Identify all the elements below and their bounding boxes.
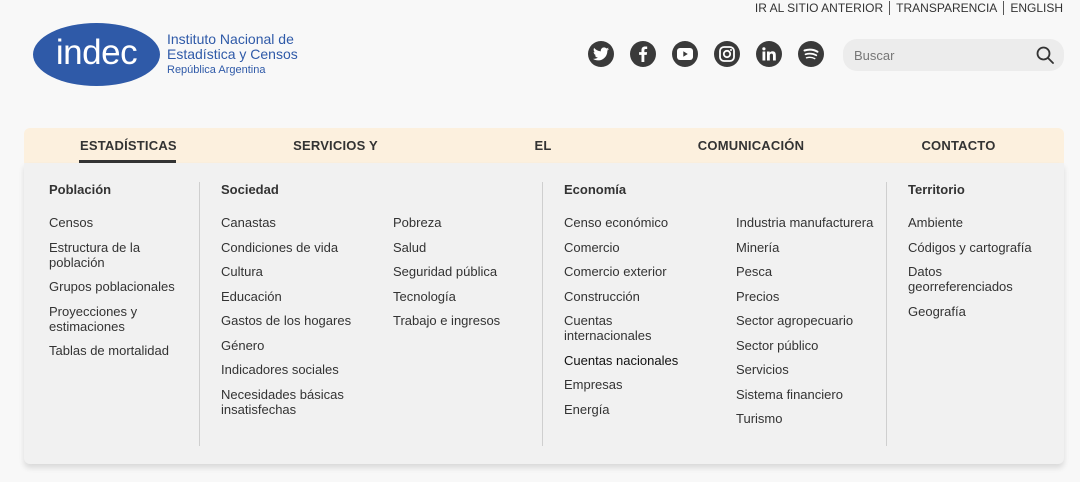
menu-item[interactable]: Datos georreferenciados xyxy=(908,264,1048,294)
menu-item[interactable]: Sistema financiero xyxy=(736,387,876,402)
menu-item[interactable]: Industria manufacturera xyxy=(736,215,876,230)
spotify-icon[interactable] xyxy=(798,41,824,67)
menu-item[interactable]: Ambiente xyxy=(908,215,1048,230)
logo-line-3: República Argentina xyxy=(167,64,266,76)
social-links xyxy=(588,41,824,67)
menu-item[interactable]: Salud xyxy=(393,240,533,255)
logo-text[interactable]: Instituto Nacional de Estadística y Cens… xyxy=(167,32,298,78)
instagram-icon[interactable] xyxy=(714,41,740,67)
twitter-icon[interactable] xyxy=(588,41,614,67)
logo-mark: indec xyxy=(55,32,138,72)
menu-item[interactable]: Cuentas internacionales xyxy=(564,313,694,343)
nav-servicios-herramientas[interactable]: SERVICIOS Y HERRAMIENTAS xyxy=(239,128,432,188)
menu-item[interactable]: Sector público xyxy=(736,338,876,353)
menu-item[interactable]: Construcción xyxy=(564,289,694,304)
menu-list-territorio: Ambiente Códigos y cartografía Datos geo… xyxy=(908,215,1048,328)
menu-item[interactable]: Tablas de mortalidad xyxy=(49,343,189,358)
menu-item[interactable]: Censo económico xyxy=(564,215,694,230)
nav-estadisticas[interactable]: ESTADÍSTICAS xyxy=(79,128,177,163)
youtube-icon[interactable] xyxy=(672,41,698,67)
menu-heading-territorio: Territorio xyxy=(908,182,965,197)
main-nav: ESTADÍSTICAS SERVICIOS Y HERRAMIENTAS EL… xyxy=(24,128,1064,188)
indec-logo[interactable]: indec xyxy=(33,23,160,86)
menu-item[interactable]: Comercio exterior xyxy=(564,264,694,279)
menu-item[interactable]: Energía xyxy=(564,402,694,417)
menu-divider xyxy=(886,182,887,446)
menu-item[interactable]: Estructura de la población xyxy=(49,240,189,270)
menu-item[interactable]: Cultura xyxy=(221,264,361,279)
menu-list-sociedad-b: Pobreza Salud Seguridad pública Tecnolog… xyxy=(393,215,533,338)
menu-item[interactable]: Canastas xyxy=(221,215,361,230)
menu-item[interactable]: Servicios xyxy=(736,362,876,377)
menu-item[interactable]: Trabajo e ingresos xyxy=(393,313,533,328)
menu-item[interactable]: Sector agropecuario xyxy=(736,313,876,328)
menu-list-economia-b: Industria manufacturera Minería Pesca Pr… xyxy=(736,215,876,436)
menu-list-poblacion: Censos Estructura de la población Grupos… xyxy=(49,215,189,368)
menu-divider xyxy=(542,182,543,446)
menu-item[interactable]: Género xyxy=(221,338,361,353)
menu-item[interactable]: Censos xyxy=(49,215,189,230)
menu-item[interactable]: Educación xyxy=(221,289,361,304)
menu-list-sociedad-a: Canastas Condiciones de vida Cultura Edu… xyxy=(221,215,361,426)
nav-contacto[interactable]: CONTACTO xyxy=(921,128,996,163)
menu-item[interactable]: Precios xyxy=(736,289,876,304)
menu-item[interactable]: Cuentas nacionales xyxy=(564,353,694,368)
menu-item[interactable]: Condiciones de vida xyxy=(221,240,361,255)
link-transparencia[interactable]: TRANSPARENCIA xyxy=(889,1,1003,15)
menu-item[interactable]: Gastos de los hogares xyxy=(221,313,361,328)
nav-comunicacion[interactable]: COMUNICACIÓN xyxy=(697,128,805,163)
menu-item[interactable]: Comercio xyxy=(564,240,694,255)
search-box xyxy=(843,39,1064,71)
estadisticas-menu: Población Censos Estructura de la poblac… xyxy=(24,163,1064,464)
search-input[interactable] xyxy=(843,39,1023,71)
link-sitio-anterior[interactable]: IR AL SITIO ANTERIOR xyxy=(749,1,889,15)
menu-heading-economia: Economía xyxy=(564,182,627,197)
menu-item[interactable]: Turismo xyxy=(736,411,876,426)
menu-list-economia-a: Censo económico Comercio Comercio exteri… xyxy=(564,215,694,426)
linkedin-icon[interactable] xyxy=(756,41,782,67)
menu-item[interactable]: Indicadores sociales xyxy=(221,362,361,377)
menu-item[interactable]: Minería xyxy=(736,240,876,255)
nav-el-indec[interactable]: EL INDEC xyxy=(512,128,574,188)
menu-item[interactable]: Necesidades básicas insatisfechas xyxy=(221,387,361,417)
link-english[interactable]: ENGLISH xyxy=(1003,1,1063,15)
facebook-icon[interactable] xyxy=(630,41,656,67)
menu-item[interactable]: Empresas xyxy=(564,377,694,392)
menu-heading-sociedad: Sociedad xyxy=(221,182,279,197)
menu-heading-poblacion: Población xyxy=(49,182,112,197)
top-links: IR AL SITIO ANTERIOR TRANSPARENCIA ENGLI… xyxy=(749,0,1063,16)
menu-divider xyxy=(199,182,200,446)
logo-line-1: Instituto Nacional de xyxy=(167,31,294,47)
menu-item[interactable]: Pobreza xyxy=(393,215,533,230)
menu-item[interactable]: Geografía xyxy=(908,304,1048,319)
menu-item[interactable]: Tecnología xyxy=(393,289,533,304)
menu-item[interactable]: Códigos y cartografía xyxy=(908,240,1048,255)
logo-line-2: Estadística y Censos xyxy=(167,46,298,62)
menu-item[interactable]: Seguridad pública xyxy=(393,264,533,279)
menu-item[interactable]: Grupos poblacionales xyxy=(49,279,189,294)
menu-item[interactable]: Proyecciones y estimaciones xyxy=(49,304,189,334)
search-icon[interactable] xyxy=(1036,46,1054,64)
menu-item[interactable]: Pesca xyxy=(736,264,876,279)
